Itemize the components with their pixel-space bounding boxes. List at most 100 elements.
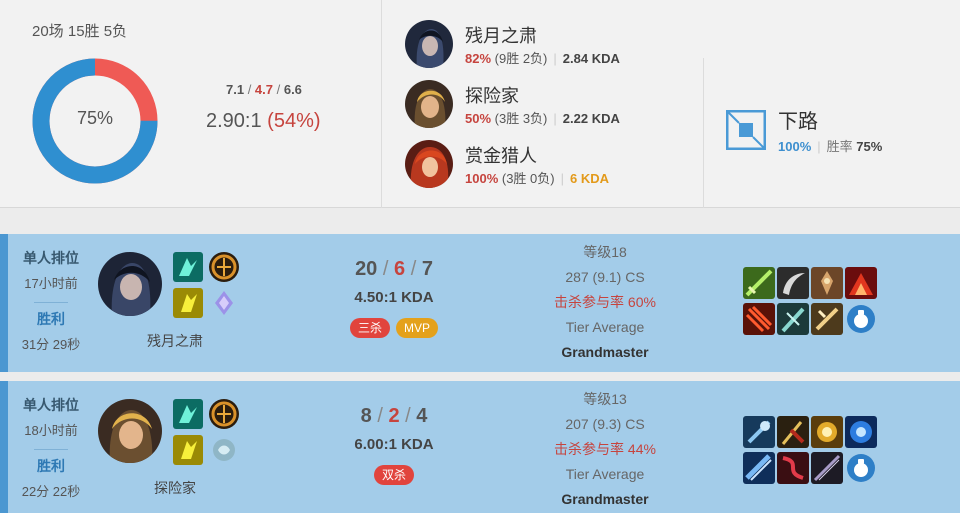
kill-participation: 击杀参与率 44% <box>554 441 656 457</box>
match-record: 20场 15胜 5负 <box>32 23 128 40</box>
summoner-spells <box>165 399 239 469</box>
champion-avatar[interactable] <box>98 399 162 463</box>
ghost-spell-icon <box>173 252 203 282</box>
rune-keystone-icon <box>209 399 239 429</box>
match-score: 20 / 6 / 7 4.50:1 KDA 三杀 MVP <box>314 258 474 338</box>
champion-level: 等级13 <box>583 391 627 407</box>
kills: 20 <box>355 258 378 280</box>
item-icon[interactable] <box>845 416 877 448</box>
champion-kda: 2.84 KDA <box>562 51 620 66</box>
item-icon[interactable] <box>743 452 775 484</box>
divider <box>703 58 704 208</box>
lane-winrate: 75% <box>856 139 883 154</box>
tier-average-label: Tier Average <box>565 319 645 335</box>
champion-winrate: 50% <box>465 111 492 126</box>
kda-score: 20 / 6 / 7 <box>355 258 433 280</box>
ward-trinket-icon[interactable] <box>847 454 875 482</box>
lane-stats: 100% | 胜率 75% <box>778 139 883 154</box>
champion-name[interactable]: 残月之肃 <box>465 22 537 48</box>
champion-name[interactable]: 赏金猎人 <box>465 142 537 168</box>
kills: 8 <box>360 405 372 427</box>
champion-kda: 2.22 KDA <box>562 111 620 126</box>
lane-winrate-label: 胜率 <box>826 139 853 154</box>
time-ago: 18小时前 <box>24 423 78 438</box>
tier-average: Grandmaster <box>561 344 649 360</box>
match-stats: 等级13 207 (9.3) CS 击杀参与率 44% Tier Average… <box>514 389 696 513</box>
lane-share: 100% <box>778 139 812 154</box>
item-icon[interactable] <box>845 267 877 299</box>
item-icon[interactable] <box>777 452 809 484</box>
ward-trinket-icon[interactable] <box>847 305 875 333</box>
match-result: 胜利 <box>37 311 65 327</box>
match-row[interactable]: 单人排位 17小时前 胜利 31分 29秒 残月之肃 20 / 6 / 7 4.… <box>0 234 960 372</box>
summoner-spells <box>165 252 239 322</box>
champion-record: (3胜 3负) <box>494 111 548 126</box>
kill-participation: 击杀参与率 60% <box>554 294 656 310</box>
kda-ratio: 4.50:1 KDA <box>354 289 434 306</box>
champion-record: (9胜 2负) <box>494 51 548 66</box>
item-icon[interactable] <box>811 303 843 335</box>
champion-level: 等级18 <box>583 244 627 260</box>
match-row[interactable]: 单人排位 18小时前 胜利 22分 22秒 探险家 8 / 2 / 4 6.00… <box>0 381 960 513</box>
champion-row[interactable]: 赏金猎人 100% (3胜 0负) | 6 KDA <box>405 140 695 192</box>
item-icon[interactable] <box>811 267 843 299</box>
flash-spell-icon <box>173 288 203 318</box>
kill-participation: (54%) <box>267 110 321 132</box>
champion-avatar[interactable] <box>405 140 453 188</box>
item-icon[interactable] <box>743 267 775 299</box>
deaths: 6 <box>394 258 406 280</box>
tier-average-label: Tier Average <box>565 466 645 482</box>
avg-deaths: 4.7 <box>254 82 273 97</box>
kda-ratio: 2.90:1 (54%) <box>206 110 321 133</box>
champion-avatar[interactable] <box>405 80 453 128</box>
match-duration: 31分 29秒 <box>21 337 81 352</box>
item-icon[interactable] <box>777 267 809 299</box>
item-icon[interactable] <box>811 416 843 448</box>
rune-secondary-icon <box>209 288 239 318</box>
flash-spell-icon <box>173 435 203 465</box>
kda-ratio-value: 2.90:1 <box>206 110 262 132</box>
champion-name[interactable]: 探险家 <box>465 82 519 108</box>
match-meta: 单人排位 17小时前 胜利 31分 29秒 <box>8 248 94 353</box>
multikill-badge: 三杀 <box>349 318 390 338</box>
badges: 双杀 <box>314 465 474 485</box>
deaths: 2 <box>388 405 400 427</box>
item-build <box>743 416 883 486</box>
badges: 三杀 MVP <box>314 318 474 338</box>
bot-lane-icon <box>725 109 767 151</box>
queue-type: 单人排位 <box>23 397 79 413</box>
item-build <box>743 267 883 337</box>
item-icon[interactable] <box>743 303 775 335</box>
champion-stats: 100% (3胜 0负) | 6 KDA <box>465 171 610 186</box>
match-stats: 等级18 287 (9.1) CS 击杀参与率 60% Tier Average… <box>514 242 696 367</box>
champion-avatar[interactable] <box>98 252 162 316</box>
champion-record: (3胜 0负) <box>501 171 555 186</box>
creep-score: 287 (9.1) CS <box>565 269 645 285</box>
average-kda: 7.1 / 4.7 / 6.6 <box>226 82 302 97</box>
item-icon[interactable] <box>811 452 843 484</box>
champion-kda: 6 KDA <box>570 171 610 186</box>
rune-keystone-icon <box>209 252 239 282</box>
avg-assists: 6.6 <box>283 82 302 97</box>
creep-score: 207 (9.3) CS <box>565 416 645 432</box>
time-ago: 17小时前 <box>24 276 78 291</box>
item-icon[interactable] <box>743 416 775 448</box>
multikill-badge: 双杀 <box>373 465 414 485</box>
item-icon[interactable] <box>777 416 809 448</box>
ghost-spell-icon <box>173 399 203 429</box>
kda-score: 8 / 2 / 4 <box>360 405 428 427</box>
champion-name: 探险家 <box>154 480 196 496</box>
champion-winrate: 100% <box>465 171 499 186</box>
champion-avatar[interactable] <box>405 20 453 68</box>
lane-name: 下路 <box>778 111 818 133</box>
item-icon[interactable] <box>777 303 809 335</box>
champion-row[interactable]: 残月之肃 82% (9胜 2负) | 2.84 KDA <box>405 20 695 72</box>
match-result: 胜利 <box>37 458 65 474</box>
champion-name: 残月之肃 <box>147 333 203 349</box>
divider <box>34 302 68 303</box>
champion-row[interactable]: 探险家 50% (3胜 3负) | 2.22 KDA <box>405 80 695 132</box>
assists: 7 <box>421 258 433 280</box>
rune-secondary-icon <box>209 435 239 465</box>
match-duration: 22分 22秒 <box>21 484 81 499</box>
assists: 4 <box>416 405 428 427</box>
